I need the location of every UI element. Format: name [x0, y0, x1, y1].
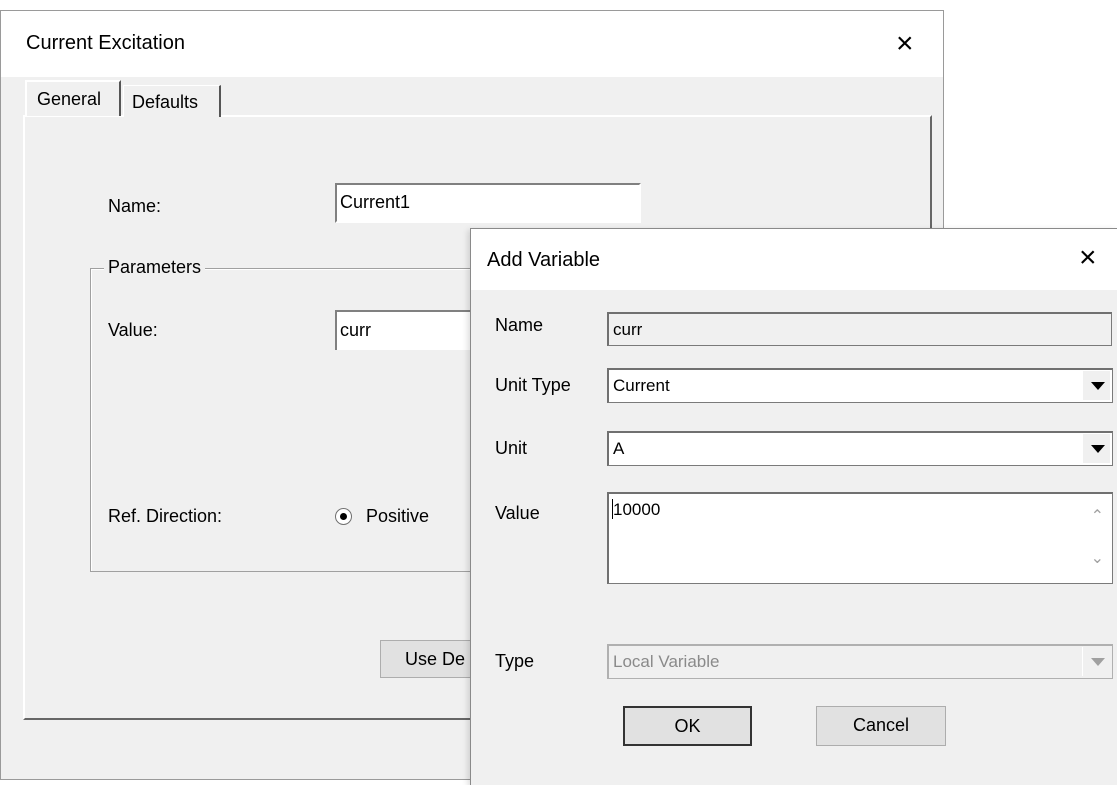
scroll-down-icon[interactable]: ⌄: [1091, 548, 1104, 568]
unit-type-select[interactable]: Current: [607, 368, 1113, 403]
chevron-down-icon: [1091, 445, 1105, 453]
main-titlebar: Current Excitation ×: [1, 11, 943, 77]
add-variable-title: Add Variable: [487, 249, 601, 271]
unit-dropdown-button[interactable]: [1082, 434, 1110, 463]
variable-name-label: Name: [495, 315, 544, 335]
scroll-up-icon[interactable]: ⌃: [1091, 506, 1104, 526]
parameters-group-label: Parameters: [104, 257, 206, 278]
text-caret: [612, 499, 613, 519]
tab-defaults[interactable]: Defaults: [123, 85, 221, 117]
value-input[interactable]: curr: [335, 310, 485, 350]
positive-radio-label: Positive: [366, 506, 430, 526]
add-variable-close-icon[interactable]: ×: [1079, 243, 1097, 273]
add-variable-titlebar: Add Variable ×: [471, 229, 1117, 290]
cancel-button[interactable]: Cancel: [816, 706, 946, 746]
type-select: Local Variable: [607, 644, 1113, 679]
unit-value: A: [613, 439, 625, 458]
unit-type-dropdown-button[interactable]: [1082, 371, 1110, 400]
positive-radio[interactable]: [335, 508, 352, 525]
ref-direction-label: Ref. Direction:: [108, 506, 223, 526]
unit-type-label: Unit Type: [495, 375, 571, 395]
ok-button[interactable]: OK: [623, 706, 752, 746]
unit-label: Unit: [495, 438, 528, 458]
unit-type-value: Current: [613, 376, 670, 395]
name-input[interactable]: Current1: [335, 183, 641, 223]
add-variable-dialog: Add Variable × Name curr Unit Type Curre…: [470, 228, 1117, 785]
type-value: Local Variable: [613, 652, 720, 671]
main-close-icon[interactable]: ×: [896, 29, 914, 59]
variable-name-field: curr: [607, 312, 1112, 346]
value-label: Value:: [108, 320, 158, 340]
chevron-down-icon: [1091, 658, 1105, 666]
chevron-down-icon: [1091, 382, 1105, 390]
variable-value-textarea[interactable]: 10000 ⌃ ⌄: [607, 492, 1113, 584]
name-label: Name:: [108, 196, 162, 216]
unit-select[interactable]: A: [607, 431, 1113, 466]
type-label: Type: [495, 651, 535, 671]
type-dropdown-button: [1082, 647, 1110, 676]
variable-value-label: Value: [495, 503, 540, 523]
main-dialog-title: Current Excitation: [26, 32, 185, 54]
tab-general[interactable]: General: [25, 80, 121, 116]
variable-value-text: 10000: [613, 500, 661, 519]
